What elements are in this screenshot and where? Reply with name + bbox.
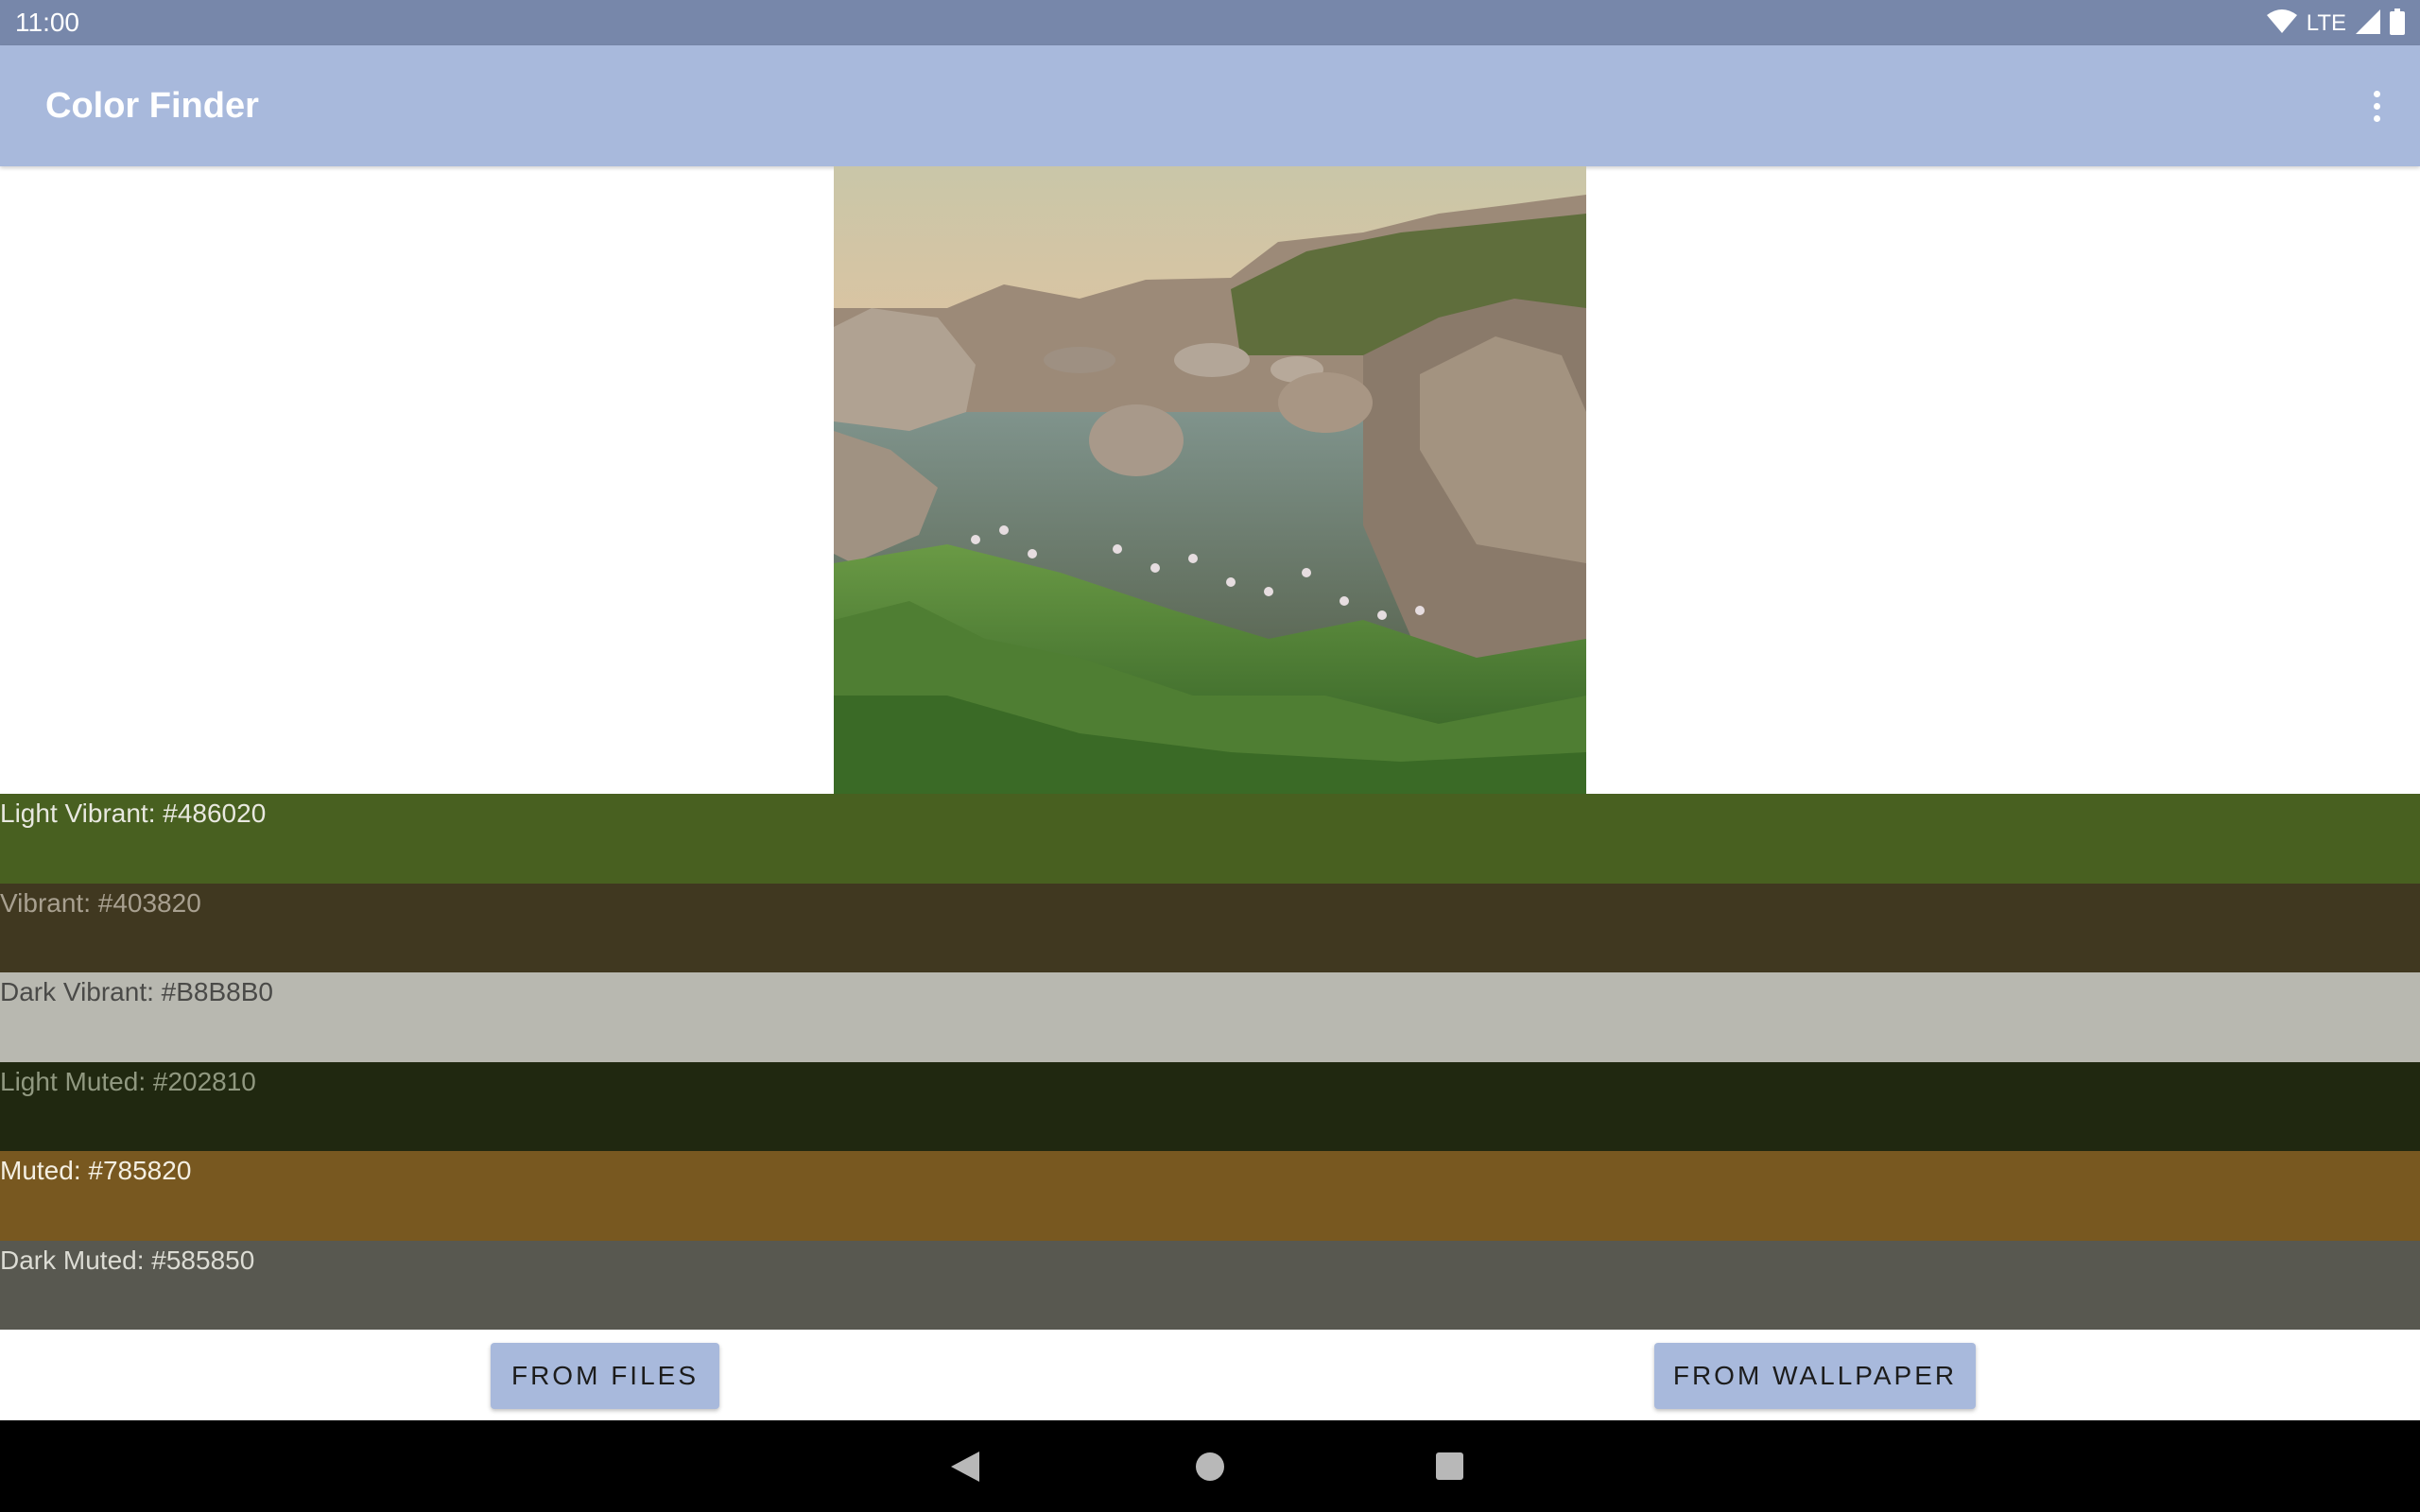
status-icons: LTE <box>2266 8 2405 40</box>
swatch-label: Muted: #785820 <box>0 1156 192 1185</box>
swatch-label: Dark Muted: #585850 <box>0 1245 255 1275</box>
selected-image <box>834 166 1586 794</box>
swatch-label: Vibrant: #403820 <box>0 887 201 918</box>
swatch-label: Light Muted: #202810 <box>0 1066 256 1096</box>
from-wallpaper-button[interactable]: FROM WALLPAPER <box>1654 1343 1976 1409</box>
wifi-icon <box>2266 9 2297 39</box>
swatch-dark-vibrant: Dark Vibrant: #B8B8B0 <box>0 972 2420 1062</box>
from-files-button[interactable]: FROM FILES <box>491 1343 719 1409</box>
recents-icon[interactable] <box>1436 1452 1463 1480</box>
status-bar: 11:00 LTE <box>0 0 2420 45</box>
swatch-light-muted: Light Muted: #202810 <box>0 1061 2420 1151</box>
swatch-muted: Muted: #785820 <box>0 1151 2420 1241</box>
status-time: 11:00 <box>15 8 79 37</box>
swatch-label: Dark Vibrant: #B8B8B0 <box>0 977 273 1006</box>
battery-icon <box>2390 8 2405 40</box>
app-title: Color Finder <box>45 86 259 126</box>
swatch-label: Light Vibrant: #486020 <box>0 799 267 828</box>
home-icon[interactable] <box>1196 1452 1224 1481</box>
landscape-photo <box>834 166 1586 794</box>
back-icon[interactable] <box>951 1452 979 1486</box>
swatch-vibrant: Vibrant: #403820 <box>0 883 2420 972</box>
swatch-light-vibrant: Light Vibrant: #486020 <box>0 794 2420 884</box>
color-palette: Light Vibrant: #486020 Vibrant: #403820 … <box>0 794 2420 1330</box>
cell-signal-icon <box>2356 9 2380 39</box>
app-bar: Color Finder <box>0 45 2420 166</box>
swatch-dark-muted: Dark Muted: #585850 <box>0 1240 2420 1330</box>
overflow-menu-icon[interactable] <box>2367 83 2386 129</box>
network-type-label: LTE <box>2306 10 2346 36</box>
navigation-bar <box>0 1420 2420 1512</box>
